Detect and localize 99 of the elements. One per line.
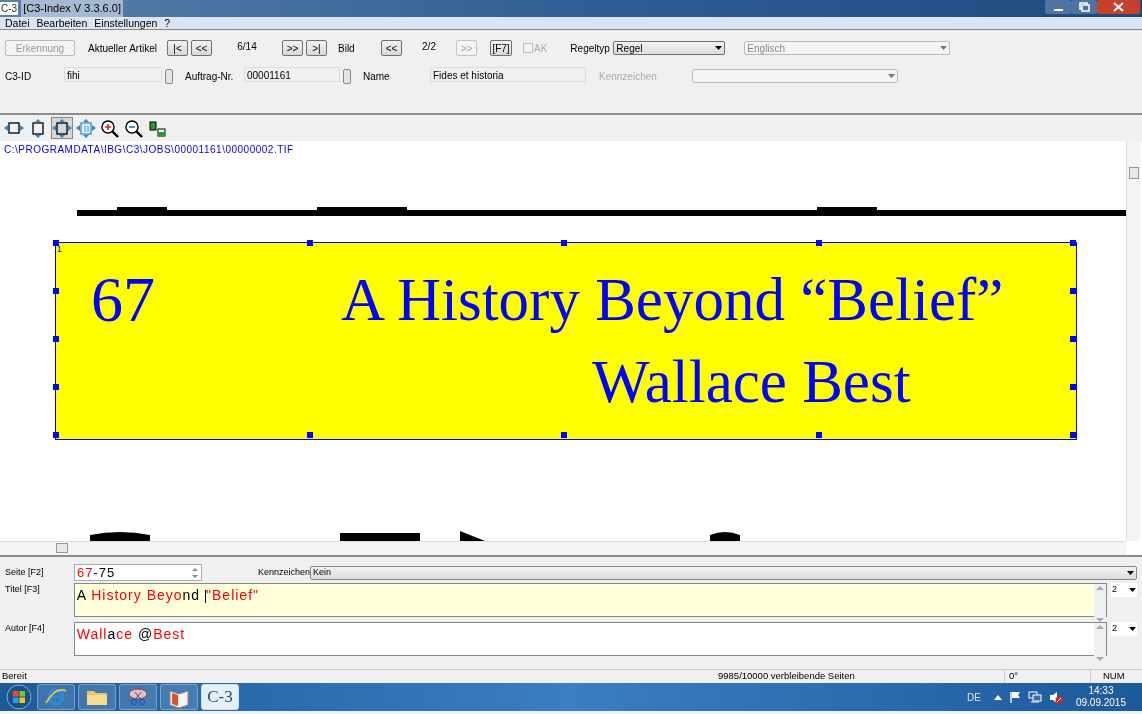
scroll-thumb[interactable]	[56, 543, 68, 553]
menu-item[interactable]: ?	[164, 16, 171, 30]
text-cursor	[205, 589, 207, 603]
window-title: [C3-Index V 3.3.6.0]	[21, 0, 123, 17]
scissors-icon	[126, 686, 150, 708]
resize-handle[interactable]	[816, 240, 822, 246]
resize-handle[interactable]	[307, 240, 313, 246]
text-field[interactable]: fihi	[64, 67, 162, 82]
file-path: C:\PROGRAMDATA\IBG\C3\JOBS\00001161\00000002.TIF	[4, 143, 294, 157]
lookup-button[interactable]	[165, 68, 173, 84]
restore-icon[interactable]	[1071, 0, 1097, 14]
field-label: Autor [F4]	[5, 622, 46, 635]
resize-handle[interactable]	[53, 240, 59, 246]
menu-item[interactable]: Einstellungen	[94, 16, 158, 30]
zoom-out-icon	[124, 118, 144, 138]
scroll-thumb[interactable]	[1129, 167, 1139, 179]
browser-icon	[44, 686, 68, 708]
caret-icon	[940, 46, 948, 50]
nav-button[interactable]: <<	[191, 40, 212, 56]
field-label: Auftrag-Nr.	[185, 69, 235, 84]
resize-handle[interactable]	[816, 432, 822, 438]
field-label: Name	[363, 69, 391, 84]
page-field[interactable]: 67-75	[74, 564, 202, 581]
selection-marker: 1	[57, 243, 62, 256]
taskbar-button[interactable]	[37, 684, 75, 710]
flag-icon[interactable]	[1008, 691, 1021, 703]
field-label: Kennzeichen	[258, 565, 310, 579]
caret-icon	[715, 46, 723, 50]
checkbox-label: AK	[534, 41, 548, 56]
scroll-arrows-icon[interactable]	[1094, 584, 1107, 624]
counter-text: 2/2	[421, 40, 437, 54]
field-label: Kennzeichen	[599, 69, 658, 84]
field-label: Aktueller Artikel	[88, 41, 158, 56]
taskbar-button[interactable]	[78, 684, 116, 710]
resize-handle[interactable]	[307, 432, 313, 438]
f7-button[interactable]: [F7]	[490, 40, 512, 56]
text-field[interactable]: Fides et historia	[430, 67, 586, 82]
flag-dropdown[interactable]	[692, 69, 898, 83]
chevron-up-icon[interactable]	[993, 694, 1002, 700]
page-number-text: 67	[91, 265, 155, 335]
taskbar-button[interactable]: C-3	[201, 684, 239, 710]
lookup-button[interactable]	[343, 68, 351, 84]
resize-handle[interactable]	[1070, 336, 1076, 342]
tool-button[interactable]	[123, 117, 145, 139]
caret-icon	[1127, 570, 1134, 575]
resize-handle[interactable]	[53, 336, 59, 342]
selection-box[interactable]: 1 67 A History Beyond “Belief” Wallace Best	[55, 242, 1077, 440]
field-label: Seite [F2]	[5, 565, 45, 579]
fit-page-icon	[52, 118, 72, 138]
clock[interactable]: 14:33 09.09.2015	[1075, 685, 1126, 709]
resize-handle[interactable]	[1070, 240, 1076, 246]
taskbar-button[interactable]	[119, 684, 157, 710]
start-icon[interactable]	[4, 684, 34, 710]
nav-button[interactable]: >|	[306, 40, 327, 56]
flag-dropdown[interactable]: Kein	[310, 565, 1137, 580]
text-field[interactable]: 00001161	[244, 67, 340, 82]
speaker-muted-icon[interactable]	[1048, 690, 1063, 704]
resize-handle[interactable]	[1070, 384, 1076, 390]
zoom-in-icon	[100, 118, 120, 138]
resize-handle[interactable]	[53, 288, 59, 294]
field-label: Bild	[338, 41, 356, 56]
resize-handle[interactable]	[53, 432, 59, 438]
spinner-icon[interactable]	[191, 566, 199, 580]
status-text: NUM	[1102, 669, 1125, 684]
resize-handle[interactable]	[53, 384, 59, 390]
scan-author-text: Wallace Best	[592, 347, 911, 417]
taskbar-button[interactable]	[160, 684, 198, 710]
caret-icon	[888, 74, 895, 78]
scan-title-text: A History Beyond “Belief”	[341, 265, 1004, 335]
swap-icon	[148, 118, 168, 138]
close-icon[interactable]	[1097, 0, 1140, 14]
resize-handle[interactable]	[561, 432, 567, 438]
scroll-arrows-icon[interactable]	[1094, 623, 1107, 663]
field-label: Titel [F3]	[5, 583, 41, 596]
nav-button[interactable]: <<	[381, 40, 402, 56]
tool-button[interactable]	[99, 117, 121, 139]
minimize-icon[interactable]	[1045, 0, 1071, 14]
language-indicator[interactable]: DE	[967, 689, 981, 705]
app-logo: C-3	[0, 2, 19, 15]
status-text: Bereit	[1, 669, 28, 684]
vertical-scrollbar[interactable]	[1126, 141, 1140, 541]
count-dropdown[interactable]: 2	[1111, 583, 1137, 597]
count-dropdown[interactable]: 2	[1111, 622, 1137, 636]
caret-icon	[1129, 588, 1136, 592]
resize-handle[interactable]	[1070, 288, 1076, 294]
rule-type-dropdown[interactable]: Regel	[613, 41, 726, 55]
tool-button[interactable]	[51, 117, 73, 139]
menu-item[interactable]: Bearbeiten	[36, 16, 88, 30]
menu-item[interactable]: Datei	[5, 16, 30, 30]
resize-handle[interactable]	[1070, 432, 1076, 438]
counter-text: 6/14	[236, 40, 258, 54]
resize-handle[interactable]	[561, 240, 567, 246]
field-label: C3-ID	[5, 69, 33, 84]
caret-icon	[1129, 627, 1136, 631]
actual-size-icon	[76, 118, 96, 138]
nav-button[interactable]: >>	[282, 40, 303, 56]
horizontal-scrollbar[interactable]	[0, 541, 1126, 555]
network-icon[interactable]	[1027, 691, 1042, 703]
nav-button[interactable]: |<	[167, 40, 188, 56]
